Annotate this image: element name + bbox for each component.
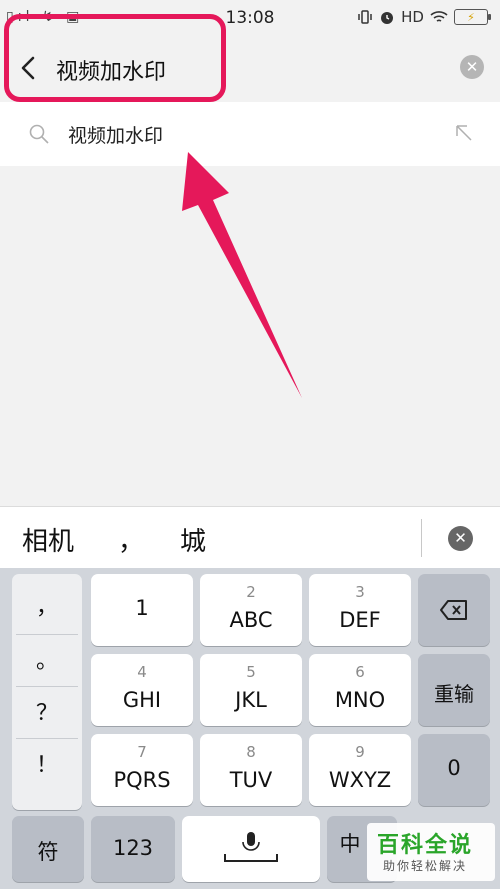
microphone-icon — [224, 832, 278, 862]
punctuation-key[interactable]: ？ — [12, 688, 82, 740]
key-label: 符 — [37, 840, 59, 864]
status-right-icons: HD ⚡ — [357, 8, 491, 26]
key-8[interactable]: 8 TUV — [200, 734, 302, 806]
candidate-word[interactable]: 城 — [180, 521, 206, 558]
key-label: 123 — [112, 836, 154, 860]
key-letters: TUV — [229, 768, 273, 792]
key-4[interactable]: 4 GHI — [91, 654, 193, 726]
ime-candidate-bar: 相机 ， 城 ✕ — [0, 506, 500, 568]
key-1[interactable]: 1 — [91, 574, 193, 646]
divider — [16, 738, 78, 739]
key-number: 8 — [246, 743, 256, 761]
key-6[interactable]: 6 MNO — [309, 654, 411, 726]
key-number: 2 — [246, 583, 256, 601]
watermark-title: 百科全说 — [377, 833, 474, 858]
punctuation-key[interactable]: 。 — [12, 636, 82, 688]
key-9[interactable]: 9 WXYZ — [309, 734, 411, 806]
delete-key[interactable] — [418, 574, 490, 646]
key-3[interactable]: 3 DEF — [309, 574, 411, 646]
alarm-icon — [381, 12, 394, 24]
key-number: 6 — [355, 663, 365, 681]
watermark-logo: 百科全说 助你轻松解决 — [367, 823, 495, 881]
search-input[interactable]: 视频加水印 — [56, 54, 166, 86]
key-label: 0 — [447, 756, 461, 780]
key-label: 重输 — [434, 682, 474, 706]
backspace-icon — [440, 600, 467, 620]
watermark-subtitle: 助你轻松解决 — [383, 859, 468, 873]
suggestion-text: 视频加水印 — [68, 125, 164, 147]
vibrate-icon — [358, 10, 372, 24]
search-suggestion-item[interactable]: 视频加水印 — [0, 102, 500, 166]
key-number: 9 — [355, 743, 365, 761]
search-header: 视频加水印 ✕ — [0, 36, 500, 102]
key-letters: PQRS — [113, 768, 171, 792]
divider — [16, 686, 78, 687]
candidate-word[interactable]: ， — [118, 521, 144, 558]
reenter-key[interactable]: 重输 — [418, 654, 490, 726]
divider — [16, 634, 78, 635]
candidate-word[interactable]: 相机 — [22, 521, 74, 558]
close-candidates-icon[interactable]: ✕ — [448, 526, 473, 551]
space-key[interactable] — [182, 816, 320, 882]
key-letters: JKL — [235, 688, 267, 712]
results-area — [0, 166, 500, 506]
status-bar: ▯ıl ↯ ▣ 13:08 HD ⚡ — [0, 0, 500, 36]
key-letters: GHI — [122, 688, 162, 712]
punctuation-key[interactable]: ！ — [12, 740, 82, 792]
symbol-key[interactable]: 符 — [12, 816, 84, 882]
search-icon — [29, 124, 49, 144]
chevron-left-icon[interactable] — [18, 52, 38, 84]
key-letters: MNO — [334, 688, 386, 712]
key-number: 7 — [137, 743, 147, 761]
key-2[interactable]: 2 ABC — [200, 574, 302, 646]
battery-charging-icon: ⚡ — [454, 9, 491, 25]
arrow-up-left-icon[interactable] — [454, 123, 474, 143]
punctuation-column: ， 。 ？ ！ — [12, 574, 82, 810]
key-number: 5 — [246, 663, 256, 681]
key-0[interactable]: 0 — [418, 734, 490, 806]
punctuation-key[interactable]: ， — [12, 582, 82, 634]
key-letters: ABC — [229, 608, 273, 632]
key-letters: DEF — [339, 608, 381, 632]
key-number: 4 — [137, 663, 147, 681]
key-5[interactable]: 5 JKL — [200, 654, 302, 726]
key-label: 1 — [135, 596, 149, 620]
key-letters: WXYZ — [328, 768, 392, 792]
key-7[interactable]: 7 PQRS — [91, 734, 193, 806]
key-number: 3 — [355, 583, 365, 601]
numeric-key[interactable]: 123 — [91, 816, 175, 882]
network-label: HD — [401, 8, 424, 26]
candidate-divider — [421, 519, 422, 557]
clear-circle-icon[interactable]: ✕ — [460, 55, 484, 79]
wifi-icon — [430, 11, 448, 22]
